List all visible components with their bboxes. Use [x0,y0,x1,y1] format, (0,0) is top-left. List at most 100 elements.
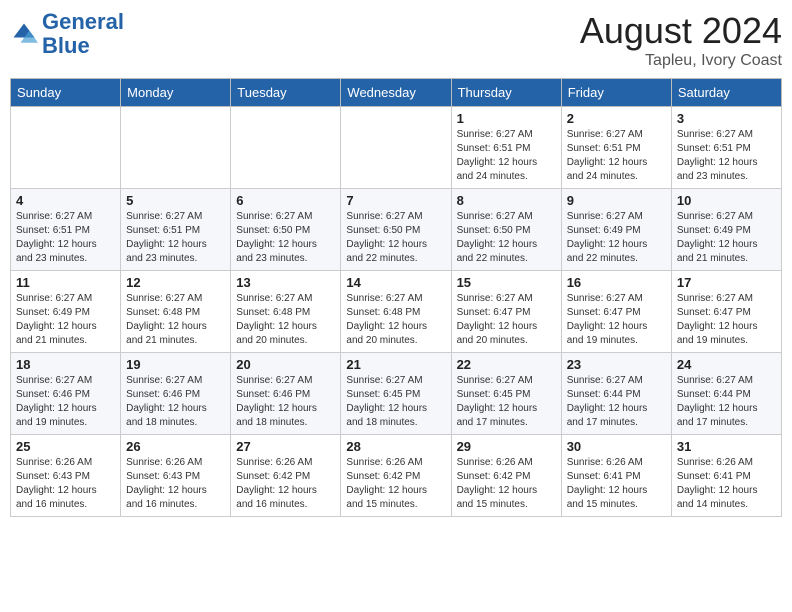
calendar-cell: 12 Sunrise: 6:27 AM Sunset: 6:48 PM Dayli… [121,271,231,353]
calendar-cell: 19 Sunrise: 6:27 AM Sunset: 6:46 PM Dayli… [121,353,231,435]
day-number: 10 [677,193,776,208]
day-info: Sunrise: 6:27 AM Sunset: 6:47 PM Dayligh… [457,292,556,348]
calendar-cell: 25 Sunrise: 6:26 AM Sunset: 6:43 PM Dayli… [11,435,121,517]
day-number: 28 [346,439,445,454]
calendar-cell: 28 Sunrise: 6:26 AM Sunset: 6:42 PM Dayli… [341,435,451,517]
calendar-cell: 7Sunrise: 6:27 AM Sunset: 6:50 PM Daylig… [341,189,451,271]
calendar-cell: 10 Sunrise: 6:27 AM Sunset: 6:49 PM Dayli… [671,189,781,271]
calendar-week-row: 18 Sunrise: 6:27 AM Sunset: 6:46 PM Dayli… [11,353,782,435]
calendar-cell: 15 Sunrise: 6:27 AM Sunset: 6:47 PM Dayli… [451,271,561,353]
calendar-cell: 29 Sunrise: 6:26 AM Sunset: 6:42 PM Dayli… [451,435,561,517]
calendar-cell: 21Sunrise: 6:27 AM Sunset: 6:45 PM Dayli… [341,353,451,435]
calendar-cell: 3Sunrise: 6:27 AM Sunset: 6:51 PM Daylig… [671,107,781,189]
day-number: 7 [346,193,445,208]
calendar-cell: 23 Sunrise: 6:27 AM Sunset: 6:44 PM Dayli… [561,353,671,435]
day-number: 15 [457,275,556,290]
day-number: 22 [457,357,556,372]
calendar-day-header: Thursday [451,79,561,107]
day-info: Sunrise: 6:26 AM Sunset: 6:42 PM Dayligh… [346,456,445,512]
day-number: 6 [236,193,335,208]
calendar-cell [11,107,121,189]
day-number: 13 [236,275,335,290]
day-info: Sunrise: 6:26 AM Sunset: 6:42 PM Dayligh… [457,456,556,512]
day-info: Sunrise: 6:27 AM Sunset: 6:48 PM Dayligh… [126,292,225,348]
day-number: 24 [677,357,776,372]
day-info: Sunrise: 6:27 AM Sunset: 6:50 PM Dayligh… [236,210,335,266]
calendar-cell: 31 Sunrise: 6:26 AM Sunset: 6:41 PM Dayli… [671,435,781,517]
day-number: 29 [457,439,556,454]
day-number: 5 [126,193,225,208]
calendar-day-header: Monday [121,79,231,107]
calendar-cell: 9 Sunrise: 6:27 AM Sunset: 6:49 PM Daylig… [561,189,671,271]
day-info: Sunrise: 6:26 AM Sunset: 6:41 PM Dayligh… [567,456,666,512]
day-number: 16 [567,275,666,290]
day-info: Sunrise: 6:27 AM Sunset: 6:49 PM Dayligh… [16,292,115,348]
day-info: Sunrise: 6:27 AM Sunset: 6:48 PM Dayligh… [346,292,445,348]
calendar-table: SundayMondayTuesdayWednesdayThursdayFrid… [10,78,782,517]
day-number: 30 [567,439,666,454]
calendar-cell: 8Sunrise: 6:27 AM Sunset: 6:50 PM Daylig… [451,189,561,271]
logo-line2: Blue [42,34,124,58]
day-number: 1 [457,111,556,126]
calendar-week-row: 25 Sunrise: 6:26 AM Sunset: 6:43 PM Dayli… [11,435,782,517]
day-info: Sunrise: 6:26 AM Sunset: 6:41 PM Dayligh… [677,456,776,512]
month-title: August 2024 [580,10,782,52]
day-info: Sunrise: 6:27 AM Sunset: 6:47 PM Dayligh… [677,292,776,348]
day-number: 27 [236,439,335,454]
day-info: Sunrise: 6:27 AM Sunset: 6:49 PM Dayligh… [567,210,666,266]
day-number: 4 [16,193,115,208]
calendar-cell: 24 Sunrise: 6:27 AM Sunset: 6:44 PM Dayli… [671,353,781,435]
day-number: 2 [567,111,666,126]
day-info: Sunrise: 6:27 AM Sunset: 6:45 PM Dayligh… [457,374,556,430]
calendar-day-header: Wednesday [341,79,451,107]
day-number: 18 [16,357,115,372]
calendar-cell: 4 Sunrise: 6:27 AM Sunset: 6:51 PM Daylig… [11,189,121,271]
calendar-cell [341,107,451,189]
day-number: 23 [567,357,666,372]
calendar-cell: 30 Sunrise: 6:26 AM Sunset: 6:41 PM Dayli… [561,435,671,517]
day-info: Sunrise: 6:27 AM Sunset: 6:46 PM Dayligh… [126,374,225,430]
calendar-day-header: Friday [561,79,671,107]
day-number: 9 [567,193,666,208]
day-number: 14 [346,275,445,290]
day-number: 20 [236,357,335,372]
day-number: 26 [126,439,225,454]
day-info: Sunrise: 6:27 AM Sunset: 6:44 PM Dayligh… [677,374,776,430]
calendar-cell: 20 Sunrise: 6:27 AM Sunset: 6:46 PM Dayli… [231,353,341,435]
calendar-cell [121,107,231,189]
calendar-cell: 11 Sunrise: 6:27 AM Sunset: 6:49 PM Dayli… [11,271,121,353]
day-info: Sunrise: 6:26 AM Sunset: 6:43 PM Dayligh… [126,456,225,512]
calendar-cell: 1 Sunrise: 6:27 AM Sunset: 6:51 PM Daylig… [451,107,561,189]
calendar-cell: 22 Sunrise: 6:27 AM Sunset: 6:45 PM Dayli… [451,353,561,435]
day-info: Sunrise: 6:27 AM Sunset: 6:44 PM Dayligh… [567,374,666,430]
day-number: 19 [126,357,225,372]
day-info: Sunrise: 6:27 AM Sunset: 6:47 PM Dayligh… [567,292,666,348]
day-number: 12 [126,275,225,290]
day-info: Sunrise: 6:26 AM Sunset: 6:43 PM Dayligh… [16,456,115,512]
day-number: 31 [677,439,776,454]
logo: General Blue [10,10,124,58]
day-info: Sunrise: 6:27 AM Sunset: 6:46 PM Dayligh… [236,374,335,430]
calendar-body: 1 Sunrise: 6:27 AM Sunset: 6:51 PM Daylig… [11,107,782,517]
calendar-day-header: Tuesday [231,79,341,107]
calendar-day-header: Saturday [671,79,781,107]
calendar-cell: 13 Sunrise: 6:27 AM Sunset: 6:48 PM Dayli… [231,271,341,353]
calendar-cell: 5Sunrise: 6:27 AM Sunset: 6:51 PM Daylig… [121,189,231,271]
calendar-cell: 14 Sunrise: 6:27 AM Sunset: 6:48 PM Dayli… [341,271,451,353]
title-block: August 2024 Tapleu, Ivory Coast [580,10,782,70]
day-info: Sunrise: 6:27 AM Sunset: 6:49 PM Dayligh… [677,210,776,266]
day-info: Sunrise: 6:27 AM Sunset: 6:51 PM Dayligh… [16,210,115,266]
day-number: 25 [16,439,115,454]
calendar-cell: 26 Sunrise: 6:26 AM Sunset: 6:43 PM Dayli… [121,435,231,517]
logo-text: General Blue [42,10,124,58]
calendar-day-header: Sunday [11,79,121,107]
calendar-cell [231,107,341,189]
day-info: Sunrise: 6:27 AM Sunset: 6:45 PM Dayligh… [346,374,445,430]
day-info: Sunrise: 6:27 AM Sunset: 6:48 PM Dayligh… [236,292,335,348]
day-info: Sunrise: 6:27 AM Sunset: 6:51 PM Dayligh… [457,128,556,184]
calendar-cell: 6 Sunrise: 6:27 AM Sunset: 6:50 PM Daylig… [231,189,341,271]
calendar-cell: 17Sunrise: 6:27 AM Sunset: 6:47 PM Dayli… [671,271,781,353]
day-number: 11 [16,275,115,290]
day-number: 3 [677,111,776,126]
calendar-header-row: SundayMondayTuesdayWednesdayThursdayFrid… [11,79,782,107]
